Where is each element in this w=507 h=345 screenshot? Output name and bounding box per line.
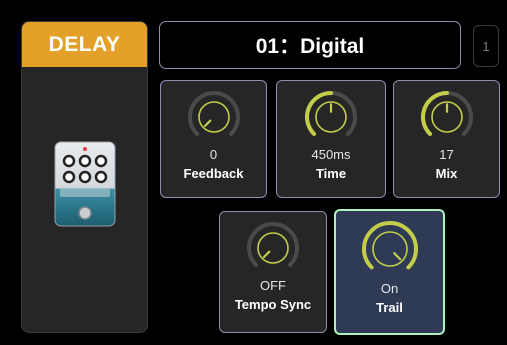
knob-pointer [262,250,271,259]
knob-card-time[interactable]: 450ms Time [276,80,386,198]
knob-label: Trail [376,300,403,315]
effect-panel[interactable]: DELAY [21,21,148,333]
knob-level-arc [305,91,333,136]
knob-value: 450ms [311,147,351,162]
page-indicator[interactable]: 1 [473,25,499,67]
knob-label: Mix [435,166,458,181]
knob-pointer [392,252,401,261]
knob-dial-icon[interactable] [303,89,359,145]
knob-value: OFF [260,278,286,293]
knob-dial-icon[interactable] [360,219,420,279]
knob-inner-ring [197,101,230,133]
knob-track [247,222,299,267]
knob-value: 17 [439,147,454,162]
knob-level-arc [420,91,449,136]
knob-inner-ring [257,232,289,264]
knob-card-feedback[interactable]: 0 Feedback [160,80,267,198]
knob-inner-ring [371,231,408,267]
knob-label: Feedback [183,166,244,181]
knob-value: 0 [209,147,218,162]
knob-pointer [203,119,211,128]
knob-dial-icon[interactable] [245,220,301,276]
knob-level-arc [361,221,418,270]
knob-label: Time [315,166,347,181]
delay-pedal-image [52,139,118,229]
preset-name-display[interactable]: 01：Digital [159,21,461,69]
knob-card-tempo-sync[interactable]: OFF Tempo Sync [219,211,327,333]
knob-track [187,91,240,136]
knob-card-trail[interactable]: On Trail [334,209,445,335]
knob-value: On [380,281,399,296]
knob-label: Tempo Sync [234,297,312,312]
knob-dial-icon[interactable] [419,89,475,145]
knob-dial-icon[interactable] [186,89,242,145]
knob-card-mix[interactable]: 17 Mix [393,80,500,198]
effect-title: DELAY [22,22,147,67]
